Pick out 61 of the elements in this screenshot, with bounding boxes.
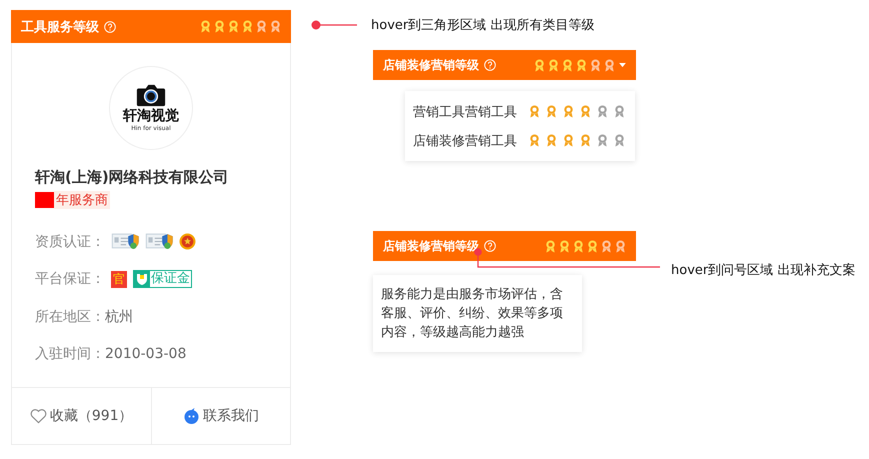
medal-icon: [228, 20, 239, 33]
category-label: 店铺装修营销工具: [413, 132, 517, 150]
medal-icon: [562, 58, 573, 72]
deposit-label: 保证金: [150, 271, 191, 288]
certificate-icon: [111, 232, 139, 252]
medal-icon: [529, 134, 540, 147]
medal-outline-icon: [597, 105, 608, 118]
camera-icon: [136, 84, 166, 107]
info-value: 杭州: [105, 308, 133, 326]
medal-icon: [580, 134, 591, 147]
medal-outline-icon: [601, 240, 612, 252]
shield-icon: [135, 272, 149, 286]
certificate-icon: [145, 232, 173, 252]
medal-icon: [559, 240, 570, 252]
medal-outline-icon: [590, 58, 601, 72]
heart-icon: [30, 408, 47, 424]
help-icon[interactable]: [484, 240, 496, 252]
medal-outline-icon: [270, 20, 281, 33]
medal-icon: [200, 20, 211, 33]
medal-icon: [534, 58, 545, 72]
medal-icon: [573, 240, 584, 252]
official-tag: 官: [111, 270, 127, 288]
medal-icon: [546, 105, 557, 118]
company-name: 轩淘(上海)网络科技有限公司: [35, 168, 230, 187]
help-icon[interactable]: [484, 59, 496, 71]
medal-icon: [545, 240, 556, 252]
medal-outline-icon: [615, 240, 626, 252]
leader-line: [311, 19, 357, 31]
info-label: 入驻时间：: [35, 345, 105, 364]
caret-icon[interactable]: [619, 62, 626, 68]
medal-icon: [580, 105, 591, 118]
medal-outline-icon: [597, 134, 608, 147]
info-label: 平台保证：: [35, 270, 105, 288]
annotation-text: hover到问号区域 出现补充文案: [671, 262, 856, 279]
medal-icon: [546, 134, 557, 147]
medal-outline-icon: [614, 134, 625, 147]
chat-icon: [182, 408, 200, 424]
category-label: 营销工具营销工具: [413, 104, 517, 120]
help-tooltip: 服务能力是由服务市场评估，含客服、评价、纠纷、效果等多项内容，等级越高能力越强: [373, 275, 582, 352]
medal-icon: [548, 58, 559, 72]
help-icon[interactable]: [104, 20, 116, 32]
medal-icon: [529, 105, 540, 118]
badge-block: [35, 192, 54, 208]
medal-icon: [576, 58, 587, 72]
header-title: 店铺装修营销等级: [383, 56, 479, 74]
medal-outline-icon: [604, 58, 615, 72]
medal-icon: [563, 105, 574, 118]
annotation-text: hover到三角形区域 出现所有类目等级: [371, 17, 594, 34]
emblem-icon: [179, 233, 196, 250]
provider-badge: 年服务商: [54, 191, 110, 209]
medal-icon: [587, 240, 598, 252]
medal-outline-icon: [614, 105, 625, 118]
header-title: 工具服务等级: [21, 18, 99, 36]
medal-icon: [563, 134, 574, 147]
info-label: 所在地区：: [35, 308, 105, 326]
info-value: 2010-03-08: [105, 346, 186, 362]
medal-outline-icon: [256, 20, 267, 33]
medal-icon: [242, 20, 253, 33]
info-label: 资质认证：: [35, 232, 105, 251]
logo-title: 轩淘视觉: [123, 107, 179, 125]
medal-icon: [214, 20, 225, 33]
